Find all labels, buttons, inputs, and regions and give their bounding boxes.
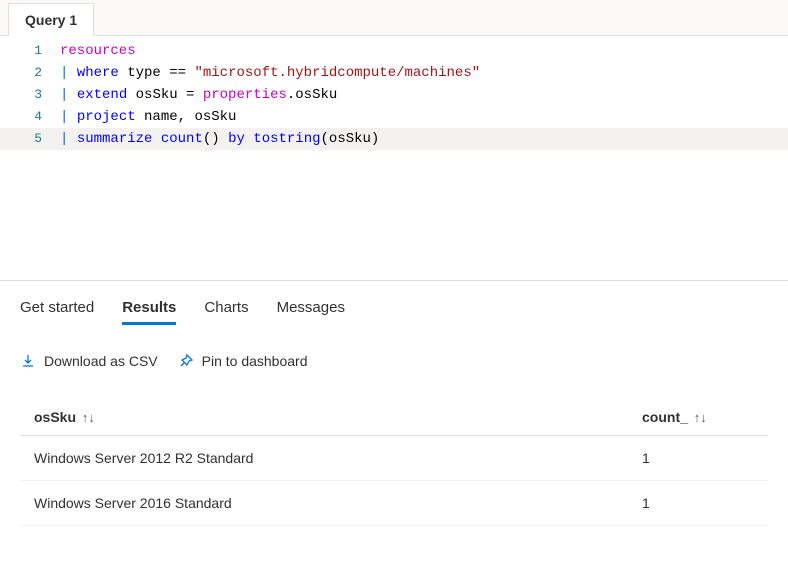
- tab-results[interactable]: Results: [122, 299, 176, 325]
- table-header-row: osSku ↑↓ count_ ↑↓: [20, 399, 768, 436]
- code-content[interactable]: | extend osSku = properties.osSku: [60, 84, 788, 106]
- line-number: 3: [0, 84, 60, 106]
- code-content[interactable]: | project name, osSku: [60, 106, 788, 128]
- line-number: 2: [0, 62, 60, 84]
- code-content[interactable]: | summarize count() by tostring(osSku): [60, 128, 788, 150]
- query-tab[interactable]: Query 1: [8, 3, 94, 36]
- line-number: 1: [0, 40, 60, 62]
- editor-line[interactable]: 5| summarize count() by tostring(osSku): [0, 128, 788, 150]
- column-header-ossku-label: osSku: [34, 409, 76, 425]
- cell-ossku: Windows Server 2012 R2 Standard: [20, 436, 628, 481]
- column-header-count-label: count_: [642, 409, 688, 425]
- tab-messages[interactable]: Messages: [277, 299, 345, 325]
- code-editor[interactable]: 1resources2| where type == "microsoft.hy…: [0, 36, 788, 281]
- results-panel: Get started Results Charts Messages Down…: [0, 281, 788, 544]
- line-number: 4: [0, 106, 60, 128]
- table-row[interactable]: Windows Server 2016 Standard1: [20, 481, 768, 526]
- code-content[interactable]: resources: [60, 40, 788, 62]
- results-actions: Download as CSV Pin to dashboard: [20, 353, 768, 369]
- sort-icon: ↑↓: [82, 410, 95, 425]
- cell-count: 1: [628, 481, 768, 526]
- code-content[interactable]: | where type == "microsoft.hybridcompute…: [60, 62, 788, 84]
- sort-icon: ↑↓: [694, 410, 707, 425]
- editor-line[interactable]: 2| where type == "microsoft.hybridcomput…: [0, 62, 788, 84]
- cell-count: 1: [628, 436, 768, 481]
- download-csv-label: Download as CSV: [44, 353, 158, 369]
- query-tab-header: Query 1: [0, 0, 788, 36]
- pin-dashboard-label: Pin to dashboard: [202, 353, 308, 369]
- pin-icon: [178, 353, 194, 369]
- results-table: osSku ↑↓ count_ ↑↓ Windows Server 2012 R…: [20, 399, 768, 526]
- column-header-count[interactable]: count_ ↑↓: [628, 399, 768, 436]
- column-header-ossku[interactable]: osSku ↑↓: [20, 399, 628, 436]
- tab-get-started[interactable]: Get started: [20, 299, 94, 325]
- tab-charts[interactable]: Charts: [204, 299, 248, 325]
- editor-line[interactable]: 1resources: [0, 40, 788, 62]
- cell-ossku: Windows Server 2016 Standard: [20, 481, 628, 526]
- line-number: 5: [0, 128, 60, 150]
- download-icon: [20, 353, 36, 369]
- results-subtabs: Get started Results Charts Messages: [20, 299, 768, 325]
- pin-dashboard-button[interactable]: Pin to dashboard: [178, 353, 308, 369]
- download-csv-button[interactable]: Download as CSV: [20, 353, 158, 369]
- editor-line[interactable]: 3| extend osSku = properties.osSku: [0, 84, 788, 106]
- editor-line[interactable]: 4| project name, osSku: [0, 106, 788, 128]
- table-row[interactable]: Windows Server 2012 R2 Standard1: [20, 436, 768, 481]
